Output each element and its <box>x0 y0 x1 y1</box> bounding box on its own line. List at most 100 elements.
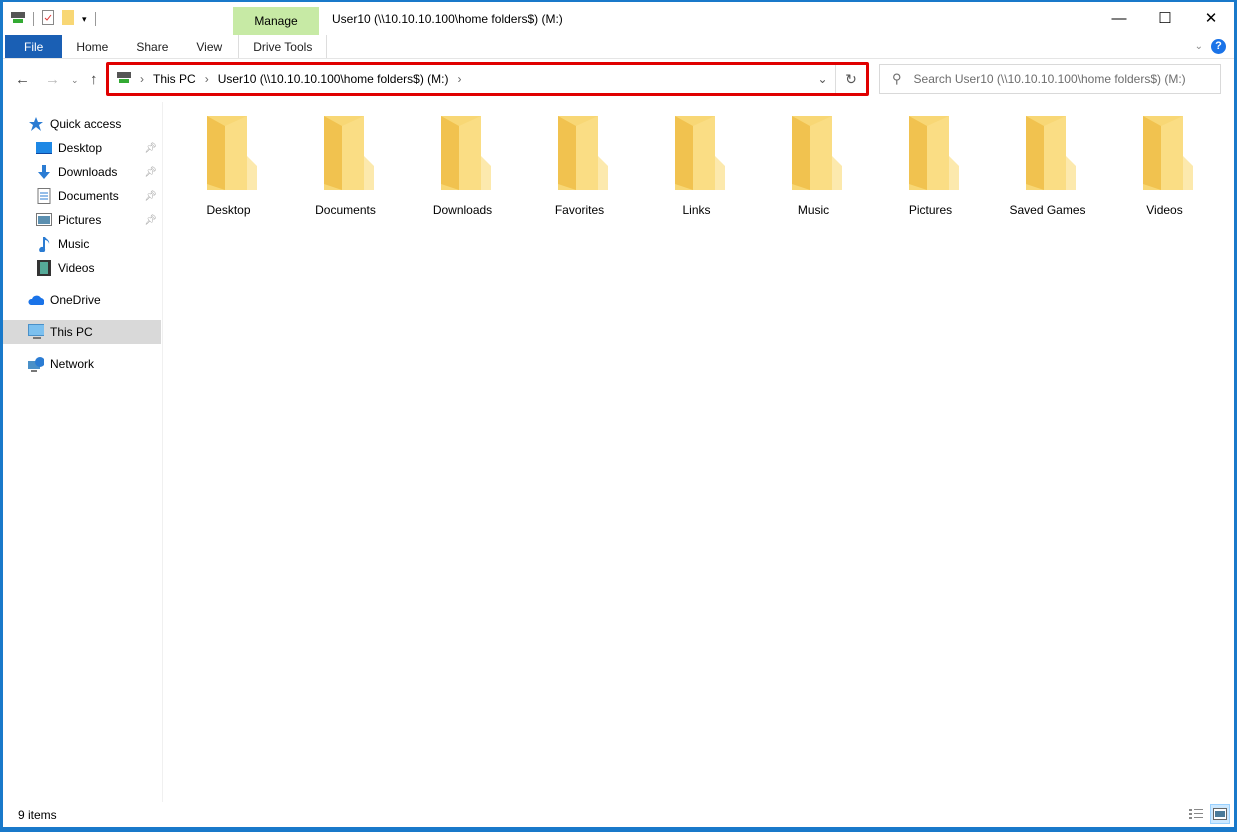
search-input[interactable]: ⚲ Search User10 (\\10.10.10.100\home fol… <box>879 64 1221 94</box>
folder-item[interactable]: Links <box>638 116 755 217</box>
expand-ribbon-icon[interactable]: ⌄ <box>1195 41 1203 52</box>
sidebar-item-documents[interactable]: Documents 📌︎ <box>3 184 161 208</box>
pin-icon[interactable]: 📌︎ <box>144 167 157 178</box>
navigation-bar: ← → ⌄ ↑ › This PC › User10 (\\10.10.10.1… <box>3 62 1234 98</box>
details-view-button[interactable] <box>1186 804 1206 824</box>
sidebar-item-label: Videos <box>58 261 95 275</box>
tab-home[interactable]: Home <box>62 35 122 58</box>
folder-icon <box>901 116 961 190</box>
search-placeholder: Search User10 (\\10.10.10.100\home folde… <box>913 72 1186 86</box>
new-folder-icon[interactable] <box>62 10 74 28</box>
customize-toolbar-icon[interactable]: ▾ <box>82 14 87 25</box>
divider <box>33 12 34 26</box>
folder-icon <box>1018 116 1078 190</box>
sidebar-item-videos[interactable]: Videos <box>3 256 161 280</box>
breadcrumb-this-pc[interactable]: This PC <box>153 72 196 86</box>
tab-drive-tools[interactable]: Drive Tools <box>238 35 328 58</box>
drive-icon <box>117 71 131 87</box>
folder-icon <box>433 116 493 190</box>
sidebar-item-pictures[interactable]: Pictures 📌︎ <box>3 208 161 232</box>
sidebar-item-label: Network <box>50 357 95 371</box>
folder-label: Links <box>682 203 711 217</box>
cloud-icon <box>28 292 44 308</box>
pin-icon[interactable]: 📌︎ <box>144 215 157 226</box>
sidebar-item-label: Downloads <box>58 165 118 179</box>
star-icon <box>28 116 44 132</box>
folder-grid: Desktop Documents Downloads Favorites Links M… <box>170 116 1223 217</box>
context-group-manage: Manage <box>233 7 319 35</box>
chevron-right-icon[interactable]: › <box>140 72 144 86</box>
folder-item[interactable]: Desktop <box>170 116 287 217</box>
folder-icon <box>316 116 376 190</box>
document-icon <box>36 188 52 204</box>
file-explorer-window: ▾ Manage User10 (\\10.10.10.100\home fol… <box>3 2 1234 827</box>
window-title: User10 (\\10.10.10.100\home folders$) (M… <box>332 12 563 26</box>
desktop-icon <box>36 140 52 156</box>
search-icon: ⚲ <box>892 71 902 86</box>
sidebar-item-label: Music <box>58 237 90 251</box>
address-dropdown-button[interactable]: ⌄ <box>810 65 836 93</box>
folder-item[interactable]: Videos <box>1106 116 1223 217</box>
refresh-button[interactable]: ↻ <box>838 65 864 93</box>
sidebar-item-quick-access[interactable]: Quick access <box>3 112 161 136</box>
folder-item[interactable]: Favorites <box>521 116 638 217</box>
large-icons-view-button[interactable] <box>1210 804 1230 824</box>
folder-item[interactable]: Downloads <box>404 116 521 217</box>
tab-view[interactable]: View <box>182 35 238 58</box>
close-button[interactable]: ✕ <box>1188 2 1234 34</box>
ribbon-tabs: File Home Share View Drive Tools <box>3 35 1234 59</box>
sidebar-item-label: Quick access <box>50 117 122 131</box>
maximize-button[interactable]: ☐ <box>1142 2 1188 34</box>
pin-icon[interactable]: 📌︎ <box>144 191 157 202</box>
sidebar-item-downloads[interactable]: Downloads 📌︎ <box>3 160 161 184</box>
pictures-icon <box>36 212 52 228</box>
sidebar-item-this-pc[interactable]: This PC <box>3 320 161 344</box>
folder-item[interactable]: Pictures <box>872 116 989 217</box>
breadcrumb-drive[interactable]: User10 (\\10.10.10.100\home folders$) (M… <box>218 72 449 86</box>
pin-icon[interactable]: 📌︎ <box>144 143 157 154</box>
back-button[interactable]: ← <box>15 71 30 88</box>
properties-icon[interactable] <box>42 10 54 28</box>
sidebar-item-desktop[interactable]: Desktop 📌︎ <box>3 136 161 160</box>
navigation-pane: Quick access Desktop 📌︎ Downloads 📌︎ Document… <box>3 112 161 376</box>
minimize-button[interactable]: — <box>1096 2 1142 34</box>
videos-icon <box>36 260 52 276</box>
tab-share[interactable]: Share <box>122 35 182 58</box>
folder-icon <box>784 116 844 190</box>
forward-button[interactable]: → <box>45 71 60 88</box>
folder-label: Downloads <box>432 203 493 217</box>
computer-icon <box>28 324 44 340</box>
chevron-right-icon[interactable]: › <box>457 72 461 86</box>
sidebar-item-label: Pictures <box>58 213 102 227</box>
folder-label: Saved Games <box>1009 203 1086 217</box>
divider <box>94 12 96 26</box>
tab-file[interactable]: File <box>5 35 63 58</box>
address-bar[interactable]: › This PC › User10 (\\10.10.10.100\home … <box>106 62 869 96</box>
folder-icon <box>1135 116 1195 190</box>
folder-label: Documents <box>315 203 376 217</box>
folder-label: Pictures <box>908 203 953 217</box>
folder-icon <box>667 116 727 190</box>
up-button[interactable]: ↑ <box>90 71 98 88</box>
sidebar-item-music[interactable]: Music <box>3 232 161 256</box>
sidebar-item-label: This PC <box>50 325 93 339</box>
title-bar: ▾ Manage User10 (\\10.10.10.100\home fol… <box>3 2 1234 35</box>
divider[interactable] <box>162 102 163 802</box>
music-icon <box>36 236 52 252</box>
sidebar-item-network[interactable]: Network <box>3 352 161 376</box>
sidebar-item-onedrive[interactable]: OneDrive <box>3 288 161 312</box>
recent-locations-button[interactable]: ⌄ <box>71 75 79 86</box>
sidebar-item-label: Documents <box>58 189 119 203</box>
folder-label: Music <box>797 203 830 217</box>
folder-item[interactable]: Saved Games <box>989 116 1106 217</box>
help-icon[interactable]: ? <box>1211 39 1226 54</box>
folder-item[interactable]: Music <box>755 116 872 217</box>
status-item-count: 9 items <box>18 808 57 822</box>
chevron-right-icon[interactable]: › <box>205 72 209 86</box>
folder-label: Favorites <box>554 203 605 217</box>
folder-item[interactable]: Documents <box>287 116 404 217</box>
network-icon <box>28 356 44 372</box>
